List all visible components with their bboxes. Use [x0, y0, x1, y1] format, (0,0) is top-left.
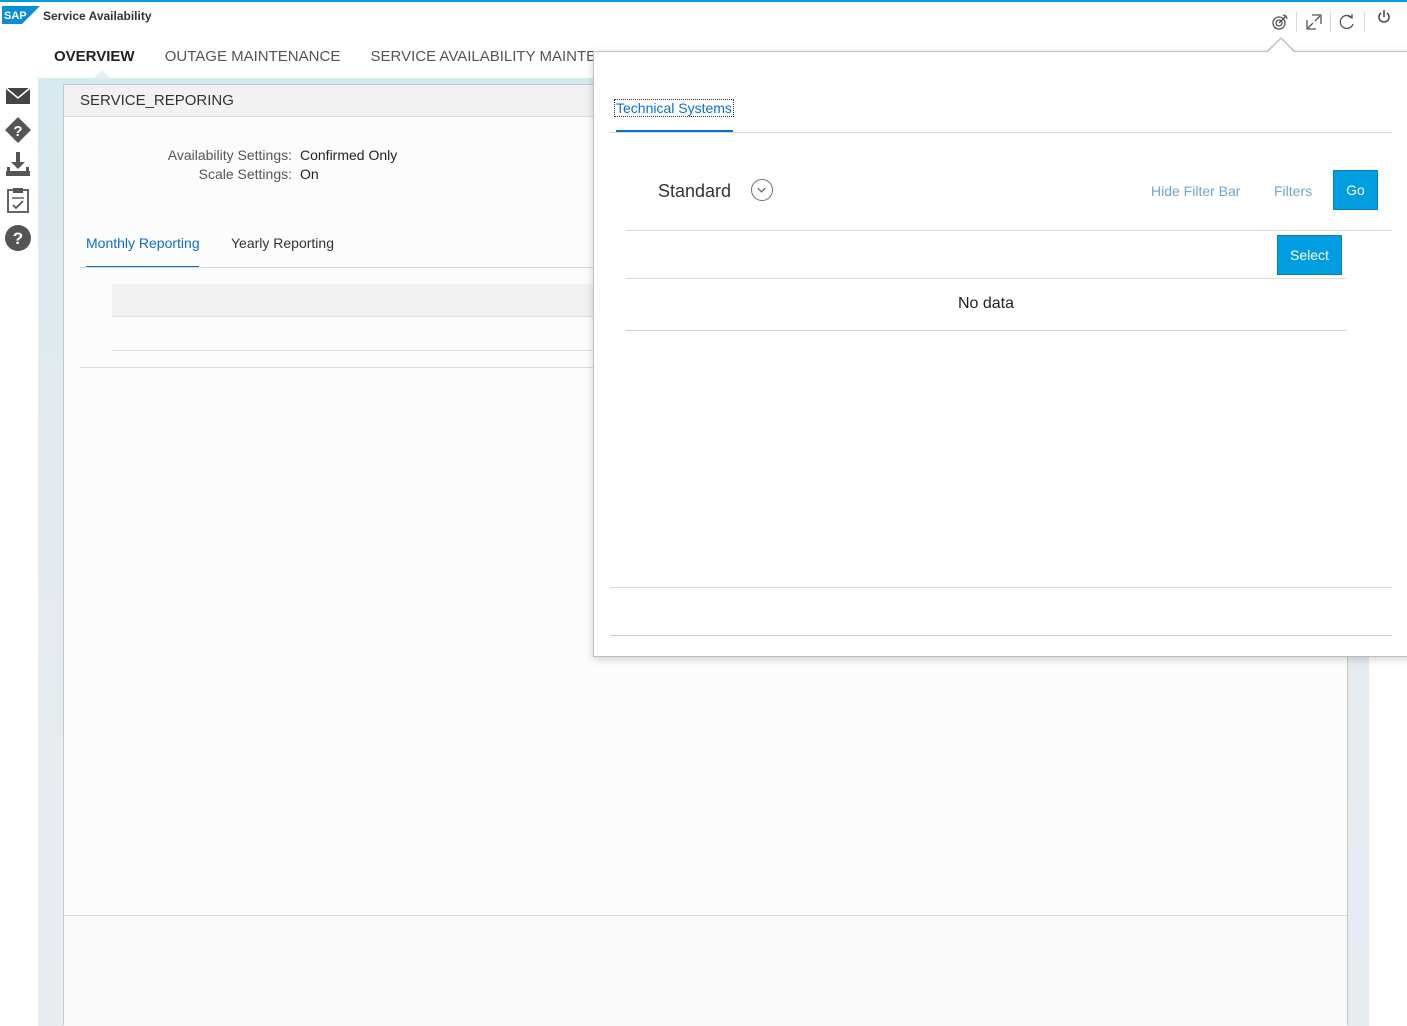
header-separator: [1364, 12, 1365, 32]
header-separator: [1296, 12, 1297, 32]
toolbar-divider: [626, 278, 1346, 279]
nav-tab-overview[interactable]: OVERVIEW: [50, 48, 139, 65]
chevron-down-icon[interactable]: [751, 179, 773, 201]
filter-bar-divider: [626, 230, 1392, 231]
mail-icon[interactable]: [4, 82, 32, 110]
select-button[interactable]: Select: [1277, 235, 1342, 275]
tab-yearly-reporting[interactable]: Yearly Reporting: [231, 235, 334, 251]
download-icon[interactable]: [4, 150, 32, 178]
power-icon[interactable]: [1374, 7, 1394, 27]
svg-text:?: ?: [13, 123, 22, 140]
svg-text:SAP: SAP: [4, 10, 27, 22]
card-footer: [64, 915, 1347, 1026]
shell-bar: SAP Service Availability: [0, 2, 1407, 36]
card-title: SERVICE_REPORING: [80, 92, 234, 109]
table-divider: [626, 330, 1346, 331]
availability-settings-label: Availability Settings:: [167, 147, 292, 163]
fullscreen-icon[interactable]: [1304, 12, 1324, 32]
nav-tab-outage-maintenance[interactable]: OUTAGE MAINTENANCE: [161, 48, 345, 65]
variant-title[interactable]: Standard: [658, 181, 731, 202]
popover-arrow-inner: [1267, 39, 1295, 53]
scale-settings-value: On: [300, 166, 319, 182]
popover-footer-divider: [610, 587, 1392, 588]
scale-settings-label: Scale Settings:: [198, 166, 292, 182]
nav-tab-service-availability-maintenance[interactable]: SERVICE AVAILABILITY MAINTEI: [367, 48, 605, 65]
tab-monthly-reporting[interactable]: Monthly Reporting: [86, 235, 200, 251]
filters-button[interactable]: Filters: [1274, 183, 1312, 199]
svg-text:?: ?: [13, 229, 23, 248]
no-data-text: No data: [957, 295, 1015, 312]
clipboard-check-icon[interactable]: [4, 186, 32, 214]
nav-active-indicator: [94, 70, 110, 78]
refresh-icon[interactable]: [1337, 12, 1357, 32]
header-separator: [1330, 12, 1331, 32]
target-icon[interactable]: [1270, 12, 1290, 32]
technical-systems-popover: Technical Systems Standard Hide Filter B…: [593, 51, 1407, 657]
popover-footer-divider: [610, 635, 1392, 636]
top-navigation: OVERVIEW OUTAGE MAINTENANCE SERVICE AVAI…: [50, 48, 622, 70]
app-title: Service Availability: [43, 9, 152, 23]
help-diamond-icon[interactable]: ?: [4, 116, 32, 144]
popover-tab-divider: [610, 132, 1392, 133]
go-button[interactable]: Go: [1333, 170, 1378, 210]
tab-technical-systems[interactable]: Technical Systems: [614, 99, 734, 117]
availability-settings-value: Confirmed Only: [300, 147, 398, 163]
sap-logo[interactable]: SAP: [2, 6, 40, 24]
hide-filter-bar-button[interactable]: Hide Filter Bar: [1151, 183, 1240, 199]
help-circle-icon[interactable]: ?: [4, 224, 32, 252]
